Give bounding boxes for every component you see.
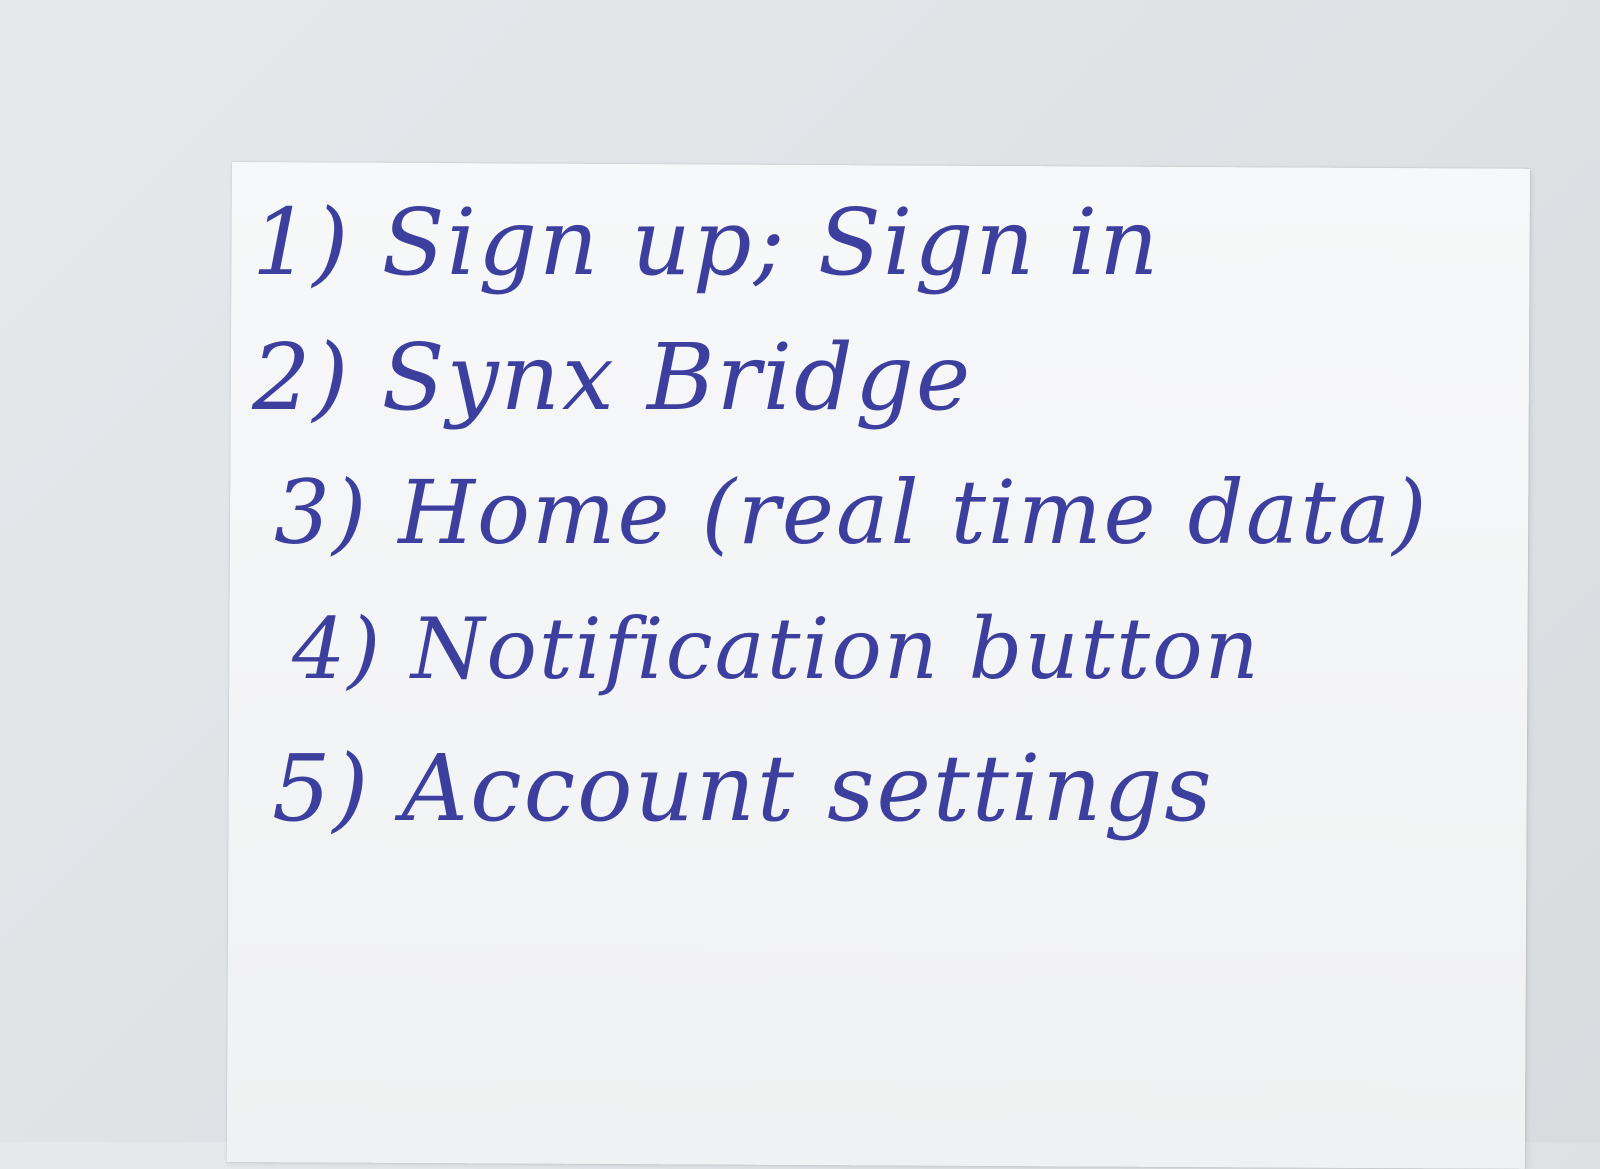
list-item-notification-button: 4) Notification button: [292, 600, 1261, 698]
list-item-sign-up: 1) Sign up; Sign in: [252, 189, 1161, 296]
list-item-synx-bridge: 2) Synx Bridge: [252, 324, 973, 431]
list-item-home: 3) Home (real time data): [274, 461, 1429, 564]
handwritten-list: 1) Sign up; Sign in 2) Synx Bridge 3) Ho…: [252, 170, 1429, 861]
list-item-account-settings: 5) Account settings: [272, 735, 1214, 842]
